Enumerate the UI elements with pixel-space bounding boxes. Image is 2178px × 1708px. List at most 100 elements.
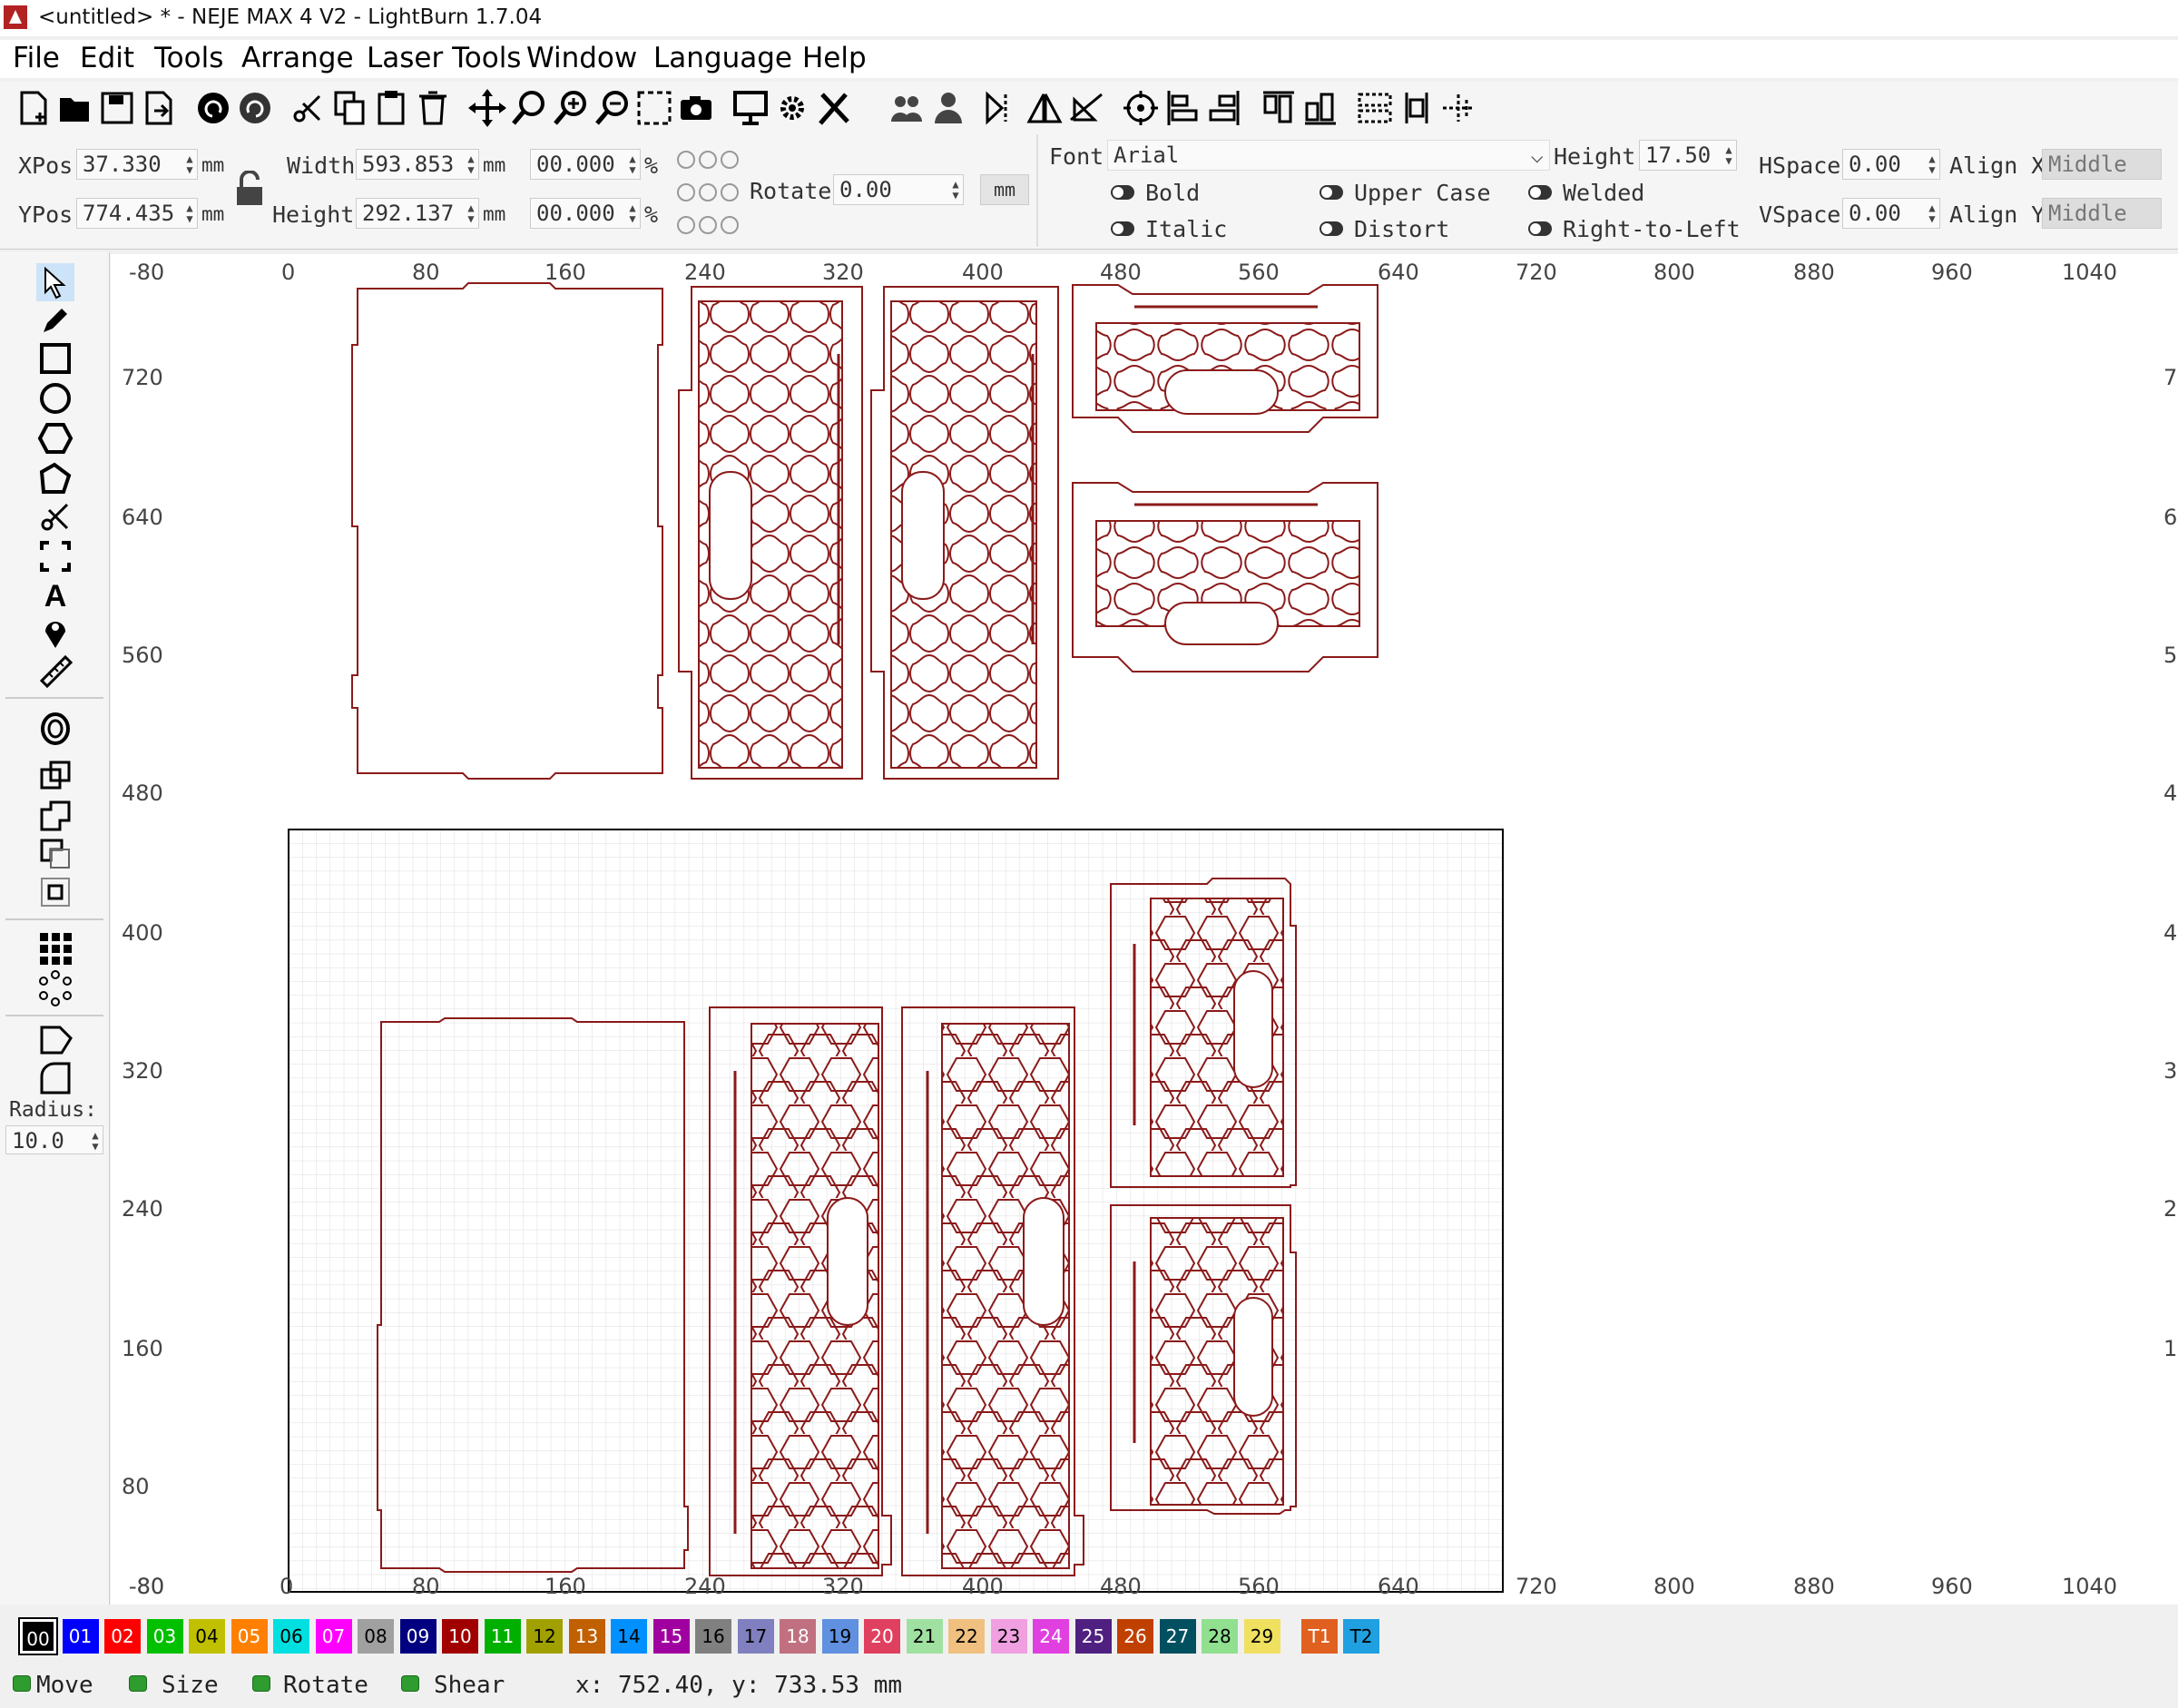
align-x-select[interactable]: Middle bbox=[2042, 149, 2162, 180]
layer-swatch-10[interactable]: 10 bbox=[442, 1619, 478, 1654]
vspace-input[interactable]: 0.00 ▲ ▼ bbox=[1842, 198, 1940, 229]
align-left-icon[interactable] bbox=[1163, 87, 1202, 129]
height-percent-input[interactable]: 00.000 ▲ ▼ bbox=[530, 198, 641, 229]
layer-swatch-01[interactable]: 01 bbox=[62, 1619, 99, 1654]
zoom-in-icon[interactable] bbox=[552, 87, 590, 129]
menu-window[interactable]: Window bbox=[526, 42, 637, 74]
camera-icon[interactable] bbox=[677, 87, 715, 129]
xpos-input[interactable]: 37.330 ▲ ▼ bbox=[76, 149, 198, 180]
boolean-union-icon[interactable] bbox=[36, 797, 74, 835]
ungroup-icon[interactable] bbox=[929, 87, 967, 129]
layer-swatch-28[interactable]: 28 bbox=[1202, 1619, 1238, 1654]
menu-file[interactable]: File bbox=[13, 42, 60, 74]
ellipse-tool-icon[interactable] bbox=[36, 379, 74, 417]
boolean-intersect-icon[interactable] bbox=[36, 873, 74, 911]
menu-tools[interactable]: Tools bbox=[154, 42, 223, 74]
save-icon[interactable] bbox=[98, 87, 136, 129]
move-icon[interactable] bbox=[468, 87, 506, 129]
distribute-horizontal-icon[interactable] bbox=[1356, 87, 1394, 129]
layer-swatch-26[interactable]: 26 bbox=[1117, 1619, 1153, 1654]
layer-swatch-23[interactable]: 23 bbox=[990, 1619, 1027, 1654]
import-icon[interactable] bbox=[140, 87, 178, 129]
settings-icon[interactable] bbox=[773, 87, 811, 129]
monitor-icon[interactable] bbox=[731, 87, 770, 129]
layer-swatch-20[interactable]: 20 bbox=[864, 1619, 900, 1654]
boolean-subtract-icon[interactable] bbox=[36, 835, 74, 873]
corner-radius-icon[interactable] bbox=[36, 1058, 74, 1096]
layer-swatch-15[interactable]: 15 bbox=[652, 1619, 690, 1654]
layer-swatch-13[interactable]: 13 bbox=[568, 1619, 605, 1654]
measure-tool-icon[interactable] bbox=[36, 652, 74, 690]
break-apart-icon[interactable] bbox=[36, 1020, 74, 1058]
layer-swatch-14[interactable]: 14 bbox=[611, 1619, 647, 1654]
layer-swatch-00[interactable]: 00 bbox=[18, 1617, 58, 1655]
design-canvas[interactable]: -80 0 80 160 240 320 400 480 560 640 720… bbox=[111, 254, 2178, 1605]
undo-icon[interactable] bbox=[194, 87, 232, 129]
layer-swatch-27[interactable]: 27 bbox=[1159, 1619, 1196, 1654]
tools-icon[interactable] bbox=[815, 87, 853, 129]
weld-icon[interactable] bbox=[36, 757, 74, 795]
rtl-toggle[interactable] bbox=[1528, 221, 1552, 236]
radius-input[interactable]: 10.0 ▲ ▼ bbox=[5, 1125, 103, 1154]
layer-swatch-T1[interactable]: T1 bbox=[1301, 1619, 1338, 1654]
layer-swatch-05[interactable]: 05 bbox=[231, 1619, 268, 1654]
frame-tool-icon[interactable] bbox=[36, 537, 74, 575]
layer-swatch-07[interactable]: 07 bbox=[315, 1619, 352, 1654]
layer-swatch-17[interactable]: 17 bbox=[737, 1619, 774, 1654]
shape-tool-icon[interactable] bbox=[36, 459, 74, 497]
mirror-across-line-icon[interactable] bbox=[1067, 87, 1105, 129]
redo-icon[interactable] bbox=[236, 87, 274, 129]
layer-swatch-08[interactable]: 08 bbox=[358, 1619, 394, 1654]
copy-icon[interactable] bbox=[330, 87, 368, 129]
lock-icon[interactable] bbox=[234, 171, 265, 207]
rotate-toggle[interactable] bbox=[252, 1675, 270, 1692]
pen-tool-icon[interactable] bbox=[36, 301, 74, 339]
welded-toggle[interactable] bbox=[1528, 185, 1552, 200]
menu-help[interactable]: Help bbox=[802, 42, 867, 74]
layer-swatch-02[interactable]: 02 bbox=[104, 1619, 141, 1654]
align-y-select[interactable]: Middle bbox=[2042, 198, 2162, 229]
paste-icon[interactable] bbox=[372, 87, 410, 129]
design-group-top[interactable] bbox=[351, 282, 1378, 780]
italic-toggle[interactable] bbox=[1111, 221, 1134, 236]
height-input[interactable]: 292.137 ▲ ▼ bbox=[356, 198, 479, 229]
zoom-out-icon[interactable] bbox=[594, 87, 632, 129]
layer-swatch-22[interactable]: 22 bbox=[948, 1619, 985, 1654]
layer-swatch-12[interactable]: 12 bbox=[526, 1619, 563, 1654]
rectangle-tool-icon[interactable] bbox=[36, 339, 74, 378]
layer-swatch-11[interactable]: 11 bbox=[484, 1619, 521, 1654]
new-file-icon[interactable] bbox=[15, 87, 53, 129]
rotate-input[interactable]: 0.00 ▲ ▼ bbox=[833, 174, 964, 205]
hspace-input[interactable]: 0.00 ▲ ▼ bbox=[1842, 149, 1940, 180]
layer-swatch-04[interactable]: 04 bbox=[189, 1619, 225, 1654]
size-toggle[interactable] bbox=[129, 1675, 147, 1692]
text-height-input[interactable]: 17.50 ▲ ▼ bbox=[1639, 140, 1737, 171]
scissors-tool-icon[interactable] bbox=[36, 497, 74, 535]
distribute-centers-icon[interactable] bbox=[1439, 87, 1477, 129]
zoom-page-icon[interactable] bbox=[635, 87, 673, 129]
select-tool-icon[interactable] bbox=[36, 263, 74, 301]
canvas-drawing[interactable] bbox=[111, 254, 2178, 1605]
bold-toggle[interactable] bbox=[1111, 185, 1134, 200]
grid-array-icon[interactable] bbox=[36, 929, 74, 967]
layer-swatch-T2[interactable]: T2 bbox=[1343, 1619, 1379, 1654]
align-right-icon[interactable] bbox=[1205, 87, 1243, 129]
units-toggle-button[interactable]: mm bbox=[980, 174, 1029, 205]
menu-arrange[interactable]: Arrange bbox=[241, 42, 354, 74]
align-bottom-icon[interactable] bbox=[1301, 87, 1339, 129]
group-icon[interactable] bbox=[888, 87, 926, 129]
upper-case-toggle[interactable] bbox=[1320, 185, 1343, 200]
ypos-input[interactable]: 774.435 ▲ ▼ bbox=[76, 198, 198, 229]
position-laser-tool-icon[interactable] bbox=[36, 614, 74, 652]
layer-swatch-03[interactable]: 03 bbox=[146, 1619, 183, 1654]
circular-array-icon[interactable] bbox=[36, 969, 74, 1007]
distribute-vertical-icon[interactable] bbox=[1398, 87, 1436, 129]
zoom-fit-icon[interactable] bbox=[510, 87, 548, 129]
menu-language[interactable]: Language bbox=[653, 42, 792, 74]
anchor-grid-icon[interactable] bbox=[675, 147, 742, 238]
layer-swatch-19[interactable]: 19 bbox=[821, 1619, 858, 1654]
layer-swatch-24[interactable]: 24 bbox=[1033, 1619, 1069, 1654]
polygon-tool-icon[interactable] bbox=[36, 419, 74, 457]
distort-toggle[interactable] bbox=[1320, 221, 1343, 236]
offset-shapes-icon[interactable] bbox=[36, 710, 74, 748]
